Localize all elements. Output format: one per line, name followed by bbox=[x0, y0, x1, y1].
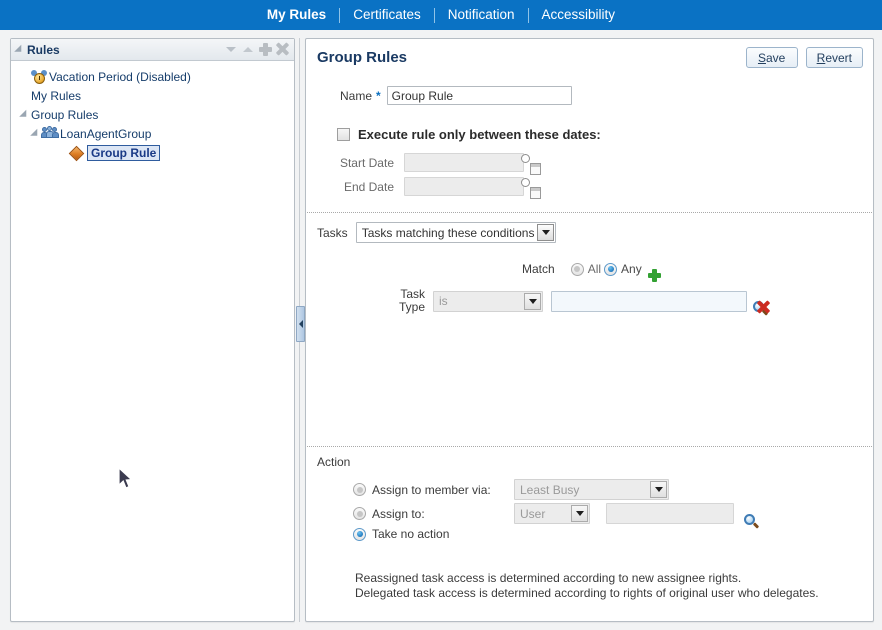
date-range-checkbox-row[interactable]: Execute rule only between these dates: bbox=[317, 127, 862, 142]
assign-member-via-row: Assign to member via: Least Busy bbox=[317, 479, 862, 500]
tree-node-group-rule[interactable]: Group Rule bbox=[11, 143, 294, 163]
action-note-line: Reassigned task access is determined acc… bbox=[355, 571, 742, 585]
tree-node-loanagentgroup[interactable]: LoanAgentGroup bbox=[11, 124, 294, 143]
mouse-cursor bbox=[118, 467, 133, 489]
rules-tree-body: Vacation Period (Disabled) My Rules Grou… bbox=[11, 61, 294, 621]
nav-link-certificates[interactable]: Certificates bbox=[340, 0, 434, 30]
start-date-label: Start Date bbox=[339, 155, 394, 170]
tree-node-my-rules[interactable]: My Rules bbox=[11, 86, 294, 105]
delete-icon[interactable] bbox=[274, 42, 290, 58]
collapse-left-icon[interactable] bbox=[296, 306, 305, 342]
tasks-section: Tasks Tasks matching these conditions Ma… bbox=[306, 222, 873, 446]
chevron-down-icon[interactable] bbox=[571, 505, 588, 522]
clock-icon bbox=[31, 69, 49, 84]
name-label: Name bbox=[339, 88, 372, 103]
tree-node-label: My Rules bbox=[31, 88, 82, 103]
assign-to-type-select[interactable]: User bbox=[514, 503, 590, 524]
tasks-row: Tasks Tasks matching these conditions bbox=[317, 222, 862, 243]
diamond-icon bbox=[68, 145, 87, 161]
section-separator bbox=[307, 446, 872, 447]
action-label: Action bbox=[317, 455, 351, 469]
panel-splitter[interactable] bbox=[295, 38, 305, 622]
match-all-radio[interactable] bbox=[570, 262, 584, 276]
triangle-down-icon[interactable] bbox=[223, 42, 239, 58]
end-date-label: End Date bbox=[343, 179, 394, 194]
name-input[interactable] bbox=[386, 86, 572, 105]
top-navigation-bar: My Rules Certificates Notification Acces… bbox=[0, 0, 882, 30]
action-notes: Reassigned task access is determined acc… bbox=[317, 571, 862, 601]
workspace: Rules Vacation Period (Disabled) My Rule… bbox=[0, 30, 882, 630]
nav-link-accessibility[interactable]: Accessibility bbox=[529, 0, 629, 30]
tree-node-label-selected: Group Rule bbox=[87, 145, 161, 161]
tree-node-label: LoanAgentGroup bbox=[60, 126, 152, 141]
tree-node-label: Group Rules bbox=[31, 107, 99, 122]
expand-collapse-icon[interactable] bbox=[28, 128, 42, 139]
end-date-input[interactable] bbox=[404, 177, 524, 196]
condition-field-label: Task Type bbox=[398, 287, 425, 314]
rule-form: Name * Execute rule only between these d… bbox=[306, 86, 873, 199]
match-any-label: Any bbox=[621, 262, 642, 276]
start-date-input[interactable] bbox=[404, 153, 524, 172]
assign-to-radio[interactable] bbox=[353, 507, 366, 520]
assign-to-row: Assign to: User bbox=[317, 503, 862, 529]
tree-node-label: Vacation Period (Disabled) bbox=[49, 69, 191, 84]
action-note-line: Delegated task access is determined acco… bbox=[355, 586, 819, 600]
rules-tree-header: Rules bbox=[11, 39, 294, 61]
revert-button[interactable]: Revert bbox=[805, 47, 863, 68]
section-separator bbox=[307, 212, 872, 213]
take-no-action-row: Take no action bbox=[317, 527, 862, 541]
match-label: Match bbox=[522, 262, 555, 276]
condition-value-input[interactable] bbox=[551, 290, 747, 312]
tasks-condition-select[interactable]: Tasks matching these conditions bbox=[355, 222, 556, 243]
group-rules-content-panel: Group Rules Save Revert Name * Execute r… bbox=[305, 38, 874, 622]
page-title: Group Rules bbox=[317, 49, 408, 66]
save-button[interactable]: Save bbox=[745, 47, 798, 68]
condition-row: Task Type is bbox=[317, 287, 862, 316]
execute-between-dates-label: Execute rule only between these dates: bbox=[358, 127, 601, 142]
take-no-action-radio[interactable] bbox=[353, 527, 366, 541]
assign-to-label: Assign to: bbox=[372, 506, 425, 521]
end-date-row: End Date bbox=[317, 177, 862, 199]
start-date-row: Start Date bbox=[317, 153, 862, 175]
expand-collapse-icon[interactable] bbox=[17, 109, 31, 120]
triangle-up-icon[interactable] bbox=[240, 42, 256, 58]
action-section: Action Assign to member via: Least Busy … bbox=[306, 455, 873, 601]
rules-tree-panel: Rules Vacation Period (Disabled) My Rule… bbox=[10, 38, 295, 622]
chevron-down-icon[interactable] bbox=[537, 224, 555, 241]
required-indicator: * bbox=[376, 88, 381, 103]
match-row: Match All Any bbox=[317, 262, 862, 276]
content-panel-header: Group Rules Save Revert bbox=[306, 39, 873, 72]
execute-between-dates-checkbox[interactable] bbox=[337, 128, 350, 141]
group-icon bbox=[41, 126, 60, 140]
rules-tree-title: Rules bbox=[27, 42, 60, 57]
assign-to-value-input[interactable] bbox=[606, 503, 734, 524]
chevron-down-icon[interactable] bbox=[650, 481, 667, 498]
tree-node-group-rules[interactable]: Group Rules bbox=[11, 105, 294, 124]
tree-node-vacation-period[interactable]: Vacation Period (Disabled) bbox=[11, 67, 294, 86]
member-via-select[interactable]: Least Busy bbox=[514, 479, 669, 500]
panel-disclosure-icon[interactable] bbox=[14, 44, 25, 55]
nav-link-notification[interactable]: Notification bbox=[435, 0, 528, 30]
assign-member-via-label: Assign to member via: bbox=[372, 482, 491, 497]
assign-member-via-radio[interactable] bbox=[353, 483, 366, 496]
tasks-label: Tasks bbox=[317, 225, 348, 240]
plus-icon[interactable] bbox=[257, 42, 273, 58]
take-no-action-label: Take no action bbox=[372, 527, 450, 541]
match-all-label: All bbox=[587, 262, 602, 276]
match-any-radio[interactable] bbox=[604, 262, 618, 276]
chevron-down-icon[interactable] bbox=[524, 292, 541, 310]
nav-link-my-rules[interactable]: My Rules bbox=[254, 0, 339, 30]
condition-operator-select[interactable]: is bbox=[433, 290, 543, 312]
name-row: Name * bbox=[317, 86, 862, 105]
